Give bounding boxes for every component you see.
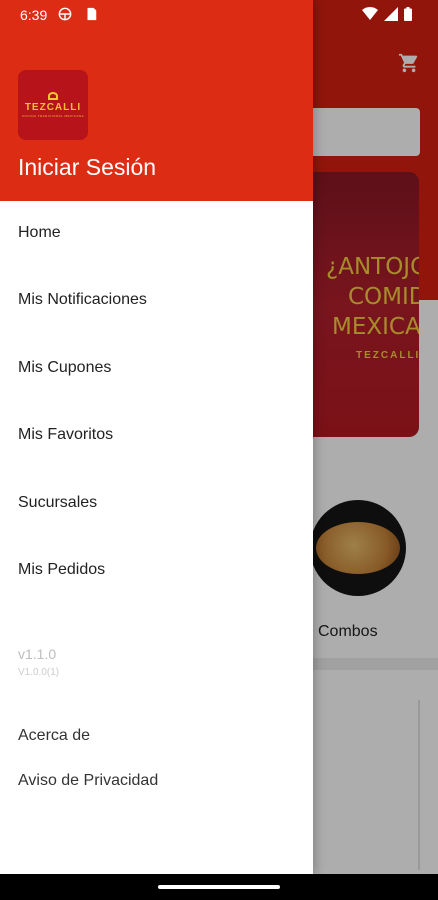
tezcalli-logo: TEZCALLI COCINA TRADICIONAL MEXICANA (18, 70, 88, 140)
about-link[interactable]: Acerca de (18, 727, 90, 745)
menu-item-pedidos[interactable]: Mis Pedidos (0, 545, 313, 595)
sd-card-icon (87, 7, 97, 21)
logo-text: TEZCALLI (24, 102, 82, 113)
app-build: V1.0.0(1) (18, 667, 60, 678)
menu-item-notificaciones[interactable]: Mis Notificaciones (0, 275, 313, 325)
menu-item-home[interactable]: Home (0, 208, 313, 258)
logo-mark-icon (48, 92, 58, 100)
navigation-drawer: TEZCALLI COCINA TRADICIONAL MEXICANA Ini… (0, 0, 313, 874)
status-time: 6:39 (20, 7, 48, 23)
status-right-icons (362, 7, 412, 21)
vpn-icon (58, 7, 72, 21)
status-bar: 6:39 (0, 0, 438, 30)
app-version: v1.1.0 (18, 646, 57, 662)
drawer-header: TEZCALLI COCINA TRADICIONAL MEXICANA Ini… (0, 0, 313, 201)
home-gesture-handle[interactable] (158, 885, 280, 889)
signal-icon (384, 7, 398, 21)
logo-subtext: COCINA TRADICIONAL MEXICANA (21, 114, 85, 118)
login-link[interactable]: Iniciar Sesión (18, 154, 156, 181)
menu-item-cupones[interactable]: Mis Cupones (0, 343, 313, 393)
menu-item-sucursales[interactable]: Sucursales (0, 478, 313, 528)
battery-icon (404, 7, 412, 21)
system-nav-bar (0, 874, 438, 900)
menu-item-favoritos[interactable]: Mis Favoritos (0, 410, 313, 460)
privacy-link[interactable]: Aviso de Privacidad (18, 772, 158, 790)
wifi-icon (362, 7, 378, 20)
